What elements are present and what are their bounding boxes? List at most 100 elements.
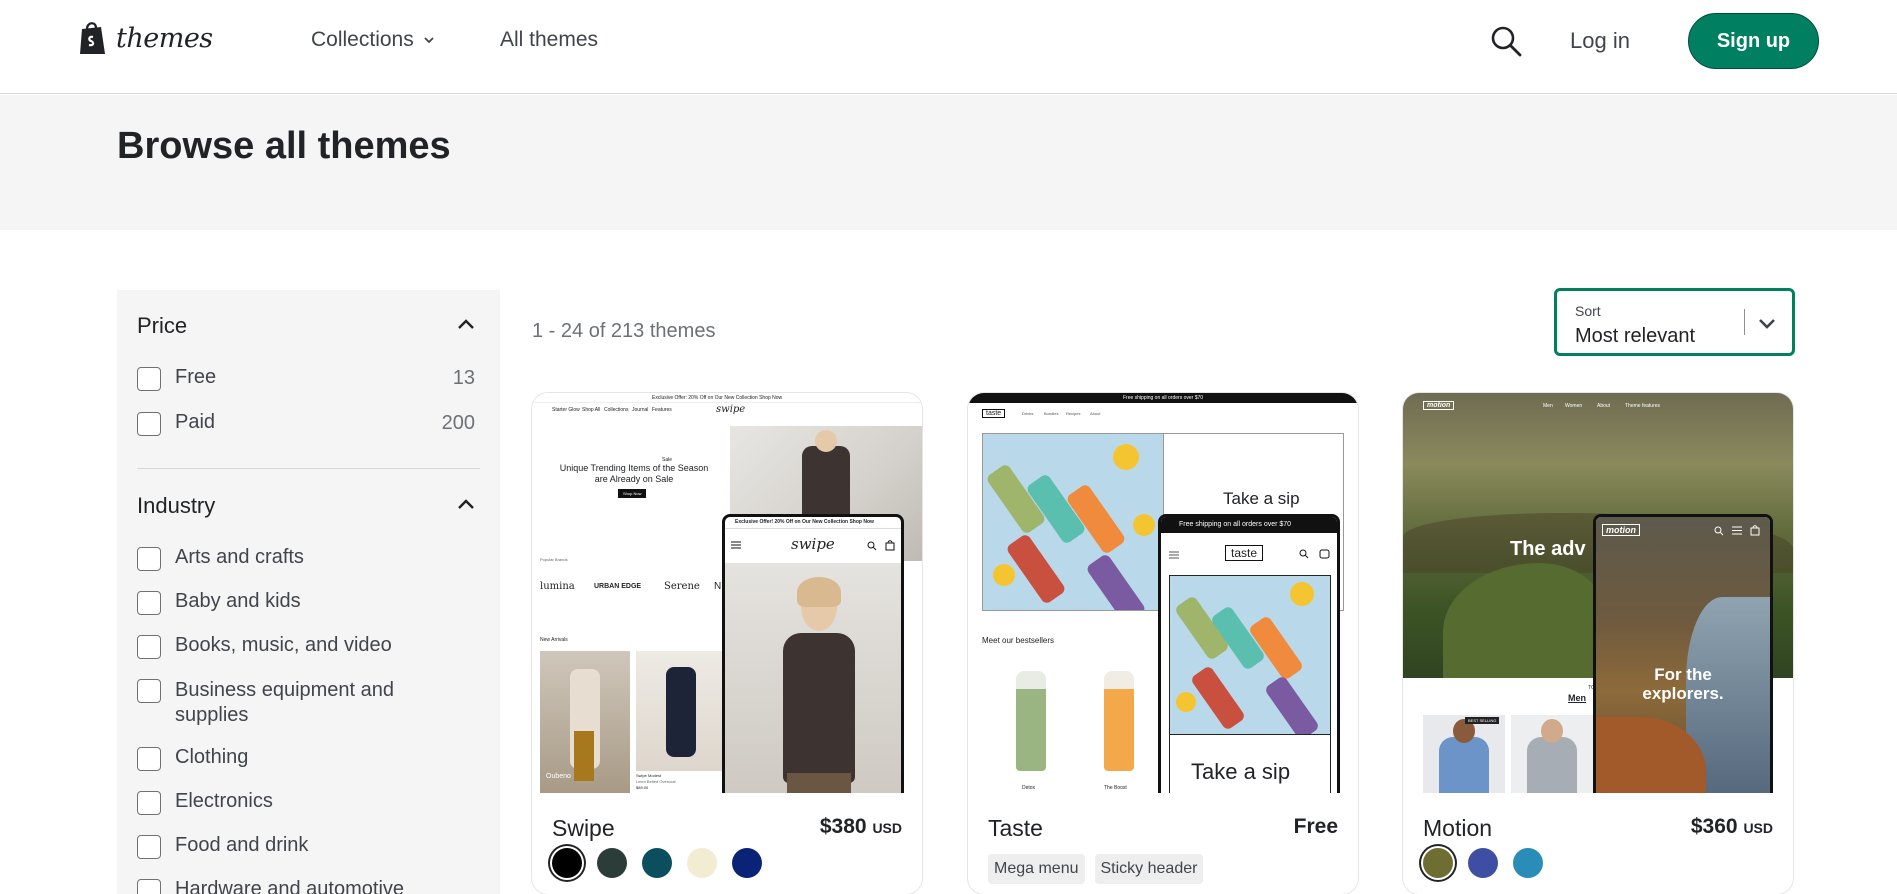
chevron-up-icon[interactable]	[457, 318, 475, 330]
model-figure	[666, 667, 696, 757]
model-figure	[1439, 737, 1489, 793]
preview-nav-link: About	[1090, 411, 1101, 416]
signup-button[interactable]: Sign up	[1688, 13, 1819, 69]
nav-collections[interactable]: Collections	[311, 28, 436, 52]
preview-product-name: Detox	[1022, 785, 1036, 791]
filter-option-clothing[interactable]: Clothing	[137, 746, 248, 771]
color-swatches	[1423, 848, 1543, 878]
filter-option-electronics[interactable]: Electronics	[137, 790, 273, 815]
preview-nav-link: Drinks	[1022, 411, 1034, 416]
checkbox[interactable]	[137, 635, 161, 659]
theme-card-motion[interactable]: motion Men Women About Theme features Th…	[1403, 393, 1793, 894]
preview-nav-link: Starter Glow	[552, 407, 580, 413]
theme-name[interactable]: Motion	[1423, 815, 1492, 842]
preview-section-link: Men	[1568, 693, 1586, 703]
login-link[interactable]: Log in	[1570, 28, 1630, 54]
color-swatch-selected[interactable]	[1423, 848, 1453, 878]
checkbox[interactable]	[137, 879, 161, 894]
preview-product-name: Swipe Modest	[636, 773, 662, 778]
preview-brand: taste	[1225, 545, 1264, 561]
color-swatch[interactable]	[642, 848, 672, 878]
search-icon	[1714, 526, 1724, 536]
filter-option-label: Books, music, and video	[175, 634, 392, 656]
model-head	[815, 430, 837, 452]
checkbox[interactable]	[137, 412, 161, 436]
theme-card-swipe[interactable]: Exclusive Offer: 20% Off on Our New Coll…	[532, 393, 922, 894]
theme-price: $380 USD	[820, 815, 902, 839]
nav-all-themes[interactable]: All themes	[500, 28, 598, 52]
preview-brand-logo: N	[714, 581, 722, 592]
preview-nav-link: Features	[652, 407, 672, 413]
filter-option-baby[interactable]: Baby and kids	[137, 590, 301, 615]
filter-option-food[interactable]: Food and drink	[137, 834, 308, 859]
filter-option-arts[interactable]: Arts and crafts	[137, 546, 304, 571]
color-swatches	[552, 848, 762, 878]
preview-nav-link: Women	[1565, 403, 1583, 409]
checkbox[interactable]	[137, 747, 161, 771]
filter-option-business[interactable]: Business equipment and supplies	[137, 678, 427, 728]
model-hair	[797, 577, 841, 607]
theme-preview-swipe[interactable]: Exclusive Offer: 20% Off on Our New Coll…	[532, 393, 922, 793]
price-currency: USD	[1743, 820, 1773, 836]
filter-sidebar: Price Free 13 Paid 200 Industry Arts and…	[117, 290, 500, 894]
chevron-down-icon	[1759, 319, 1775, 329]
mobile-preview: Free shipping on all orders over $70 tas…	[1158, 514, 1340, 793]
checkbox[interactable]	[137, 547, 161, 571]
preview-hero-button: Shop Now	[618, 489, 647, 498]
theme-name[interactable]: Swipe	[552, 815, 615, 842]
color-swatch-selected[interactable]	[552, 848, 582, 878]
color-swatch[interactable]	[687, 848, 717, 878]
filter-option-free[interactable]: Free	[137, 366, 216, 391]
filter-option-paid[interactable]: Paid	[137, 411, 215, 436]
divider	[725, 528, 901, 529]
filter-option-books[interactable]: Books, music, and video	[137, 634, 392, 659]
model-figure	[783, 633, 855, 783]
price-currency: USD	[872, 820, 902, 836]
menu-icon	[1732, 526, 1742, 535]
preview-brand: swipe	[716, 404, 746, 415]
preview-hero-line: explorers.	[1642, 684, 1724, 703]
feature-tag: Mega menu	[988, 854, 1085, 884]
filter-option-label: Paid	[175, 411, 216, 433]
preview-topbar: Exclusive Offer! 20% Off on Our New Coll…	[735, 519, 874, 525]
hero-image	[982, 433, 1164, 611]
theme-preview-motion[interactable]: motion Men Women About Theme features Th…	[1403, 393, 1793, 793]
divider	[532, 402, 922, 403]
checkbox[interactable]	[137, 791, 161, 815]
site-header: themes Collections All themes Log in Sig…	[0, 0, 1897, 94]
mobile-preview: motion For the explorers.	[1593, 514, 1773, 793]
color-swatch[interactable]	[597, 848, 627, 878]
feature-tag: Sticky header	[1094, 854, 1204, 884]
shopify-themes-logo[interactable]: themes	[78, 20, 213, 56]
preview-product-desc: Linen Belted Overcoat	[636, 779, 676, 784]
menu-icon	[731, 541, 741, 549]
sort-select[interactable]: Sort Most relevant	[1554, 288, 1795, 356]
bag-icon	[1750, 525, 1760, 536]
lemon	[993, 564, 1015, 586]
filter-option-count: 200	[441, 412, 475, 434]
color-swatch[interactable]	[732, 848, 762, 878]
filter-option-label: Free	[175, 366, 217, 388]
chevron-up-icon[interactable]	[457, 498, 475, 510]
checkbox[interactable]	[137, 367, 161, 391]
model-figure	[574, 731, 594, 781]
theme-card-taste[interactable]: Free shipping on all orders over $70 tas…	[968, 393, 1358, 894]
filter-price-heading[interactable]: Price	[137, 313, 187, 339]
checkbox[interactable]	[137, 679, 161, 703]
filter-option-hardware[interactable]: Hardware and automotive	[137, 878, 404, 894]
search-icon[interactable]	[1489, 24, 1523, 58]
preview-nav-link: Men	[1543, 403, 1553, 409]
color-swatch[interactable]	[1468, 848, 1498, 878]
theme-preview-taste[interactable]: Free shipping on all orders over $70 tas…	[968, 393, 1358, 793]
checkbox[interactable]	[137, 591, 161, 615]
color-swatch[interactable]	[1513, 848, 1543, 878]
cart-icon	[1319, 549, 1330, 559]
sort-value: Most relevant	[1575, 325, 1696, 347]
preview-hero-title: Unique Trending Items of the Season are …	[559, 463, 709, 484]
theme-name[interactable]: Taste	[988, 815, 1043, 842]
checkbox[interactable]	[137, 835, 161, 859]
product-image	[636, 651, 726, 771]
bottle	[1005, 532, 1067, 606]
filter-industry-heading[interactable]: Industry	[137, 493, 215, 519]
preview-headline: Take a sip	[1223, 489, 1300, 508]
